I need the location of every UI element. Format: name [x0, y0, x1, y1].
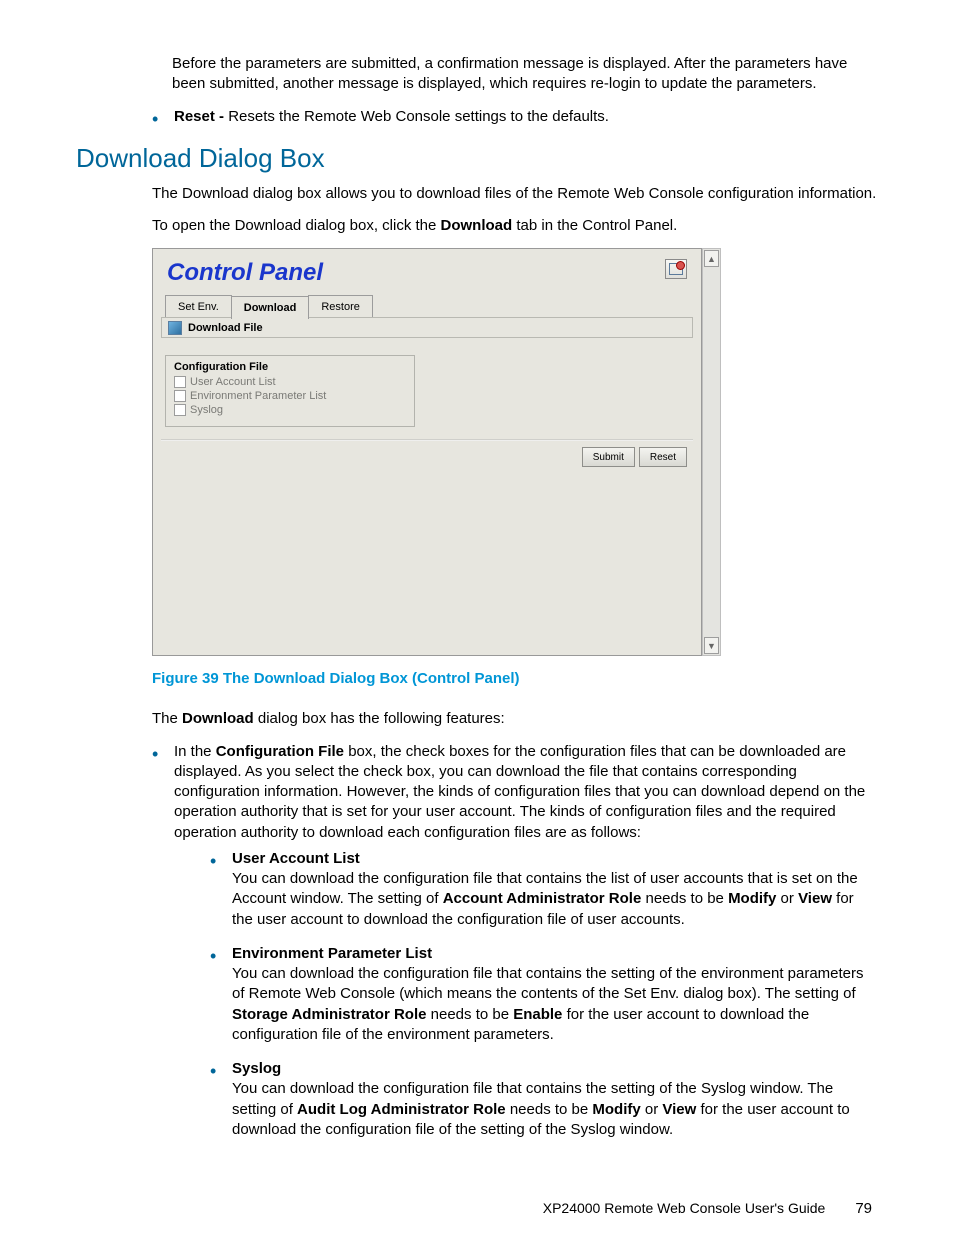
- section-heading: Download Dialog Box: [76, 143, 878, 174]
- reset-text: Resets the Remote Web Console settings t…: [228, 108, 609, 125]
- sub1-b3: View: [798, 890, 832, 907]
- sub2-b1: Storage Administrator Role: [232, 1006, 426, 1023]
- sub1-b1: Account Administrator Role: [443, 890, 642, 907]
- reset-button[interactable]: Reset: [639, 447, 687, 467]
- folder-icon: [168, 321, 182, 335]
- configuration-file-fieldset: Configuration File User Account List Env…: [165, 355, 415, 427]
- check-label: Syslog: [190, 404, 223, 416]
- sub-environment-parameter-list: Environment Parameter List You can downl…: [204, 944, 878, 1045]
- reset-bullet: Reset - Resets the Remote Web Console se…: [146, 107, 878, 127]
- sub1-title: User Account List: [232, 850, 360, 867]
- sub2-title: Environment Parameter List: [232, 945, 432, 962]
- checkbox-icon: [174, 376, 186, 388]
- para-3-bold: Download: [182, 710, 254, 727]
- sub2-t2: needs to be: [426, 1006, 513, 1023]
- sub-bullet-list: User Account List You can download the c…: [174, 849, 878, 1140]
- para-2-post: tab in the Control Panel.: [512, 217, 677, 234]
- para-2: To open the Download dialog box, click t…: [152, 216, 878, 236]
- sub3-b3: View: [662, 1101, 696, 1118]
- checkbox-icon: [174, 390, 186, 402]
- sub3-b1: Audit Log Administrator Role: [297, 1101, 506, 1118]
- sub3-b2: Modify: [592, 1101, 640, 1118]
- check-user-account-list[interactable]: User Account List: [174, 376, 406, 388]
- para-3-pre: The: [152, 710, 182, 727]
- submit-button[interactable]: Submit: [582, 447, 635, 467]
- sub3-title: Syslog: [232, 1060, 281, 1077]
- reset-label: Reset -: [174, 108, 228, 125]
- para-2-bold: Download: [441, 217, 513, 234]
- sub2-t1: You can download the configuration file …: [232, 965, 864, 1002]
- sub1-t3: or: [776, 890, 798, 907]
- para-3-post: dialog box has the following features:: [254, 710, 505, 727]
- separator: [161, 439, 693, 441]
- cfb-pre: In the: [174, 743, 216, 760]
- tab-set-env[interactable]: Set Env.: [165, 295, 232, 318]
- figure-caption: Figure 39 The Download Dialog Box (Contr…: [152, 670, 878, 687]
- footer-page-number: 79: [855, 1200, 872, 1217]
- check-label: User Account List: [190, 376, 276, 388]
- sub1-b2: Modify: [728, 890, 776, 907]
- control-panel-title: Control Panel: [167, 259, 323, 287]
- para-2-pre: To open the Download dialog box, click t…: [152, 217, 441, 234]
- para-3: The Download dialog box has the followin…: [152, 709, 878, 729]
- para-1: The Download dialog box allows you to do…: [152, 184, 878, 204]
- checkbox-icon: [174, 404, 186, 416]
- check-label: Environment Parameter List: [190, 390, 326, 402]
- tab-bar: Set Env. Download Restore: [165, 295, 372, 317]
- control-panel-window: Control Panel Set Env. Download Restore …: [152, 248, 702, 656]
- fieldset-legend: Configuration File: [174, 361, 406, 373]
- close-icon[interactable]: [665, 259, 687, 279]
- check-syslog[interactable]: Syslog: [174, 404, 406, 416]
- sub-syslog: Syslog You can download the configuratio…: [204, 1059, 878, 1140]
- reset-bullet-list: Reset - Resets the Remote Web Console se…: [76, 107, 878, 127]
- vertical-scrollbar[interactable]: ▲ ▼: [702, 248, 721, 656]
- sub2-b2: Enable: [513, 1006, 562, 1023]
- download-file-label: Download File: [188, 322, 263, 334]
- sub-user-account-list: User Account List You can download the c…: [204, 849, 878, 930]
- footer-guide: XP24000 Remote Web Console User's Guide: [543, 1200, 826, 1216]
- intro-paragraph: Before the parameters are submitted, a c…: [172, 54, 878, 95]
- scroll-up-icon[interactable]: ▲: [704, 250, 719, 267]
- figure-screenshot: Control Panel Set Env. Download Restore …: [152, 248, 702, 656]
- config-file-bullet: In the Configuration File box, the check…: [146, 742, 878, 1141]
- sub3-t2: needs to be: [506, 1101, 593, 1118]
- download-file-header: Download File: [161, 317, 693, 338]
- features-list: In the Configuration File box, the check…: [76, 742, 878, 1141]
- scroll-down-icon[interactable]: ▼: [704, 637, 719, 654]
- check-environment-parameter-list[interactable]: Environment Parameter List: [174, 390, 406, 402]
- tab-download[interactable]: Download: [231, 296, 310, 319]
- sub1-t2: needs to be: [641, 890, 728, 907]
- tab-restore[interactable]: Restore: [308, 295, 373, 318]
- page-footer: XP24000 Remote Web Console User's Guide …: [76, 1200, 878, 1217]
- sub3-t3: or: [641, 1101, 663, 1118]
- cfb-bold: Configuration File: [216, 743, 344, 760]
